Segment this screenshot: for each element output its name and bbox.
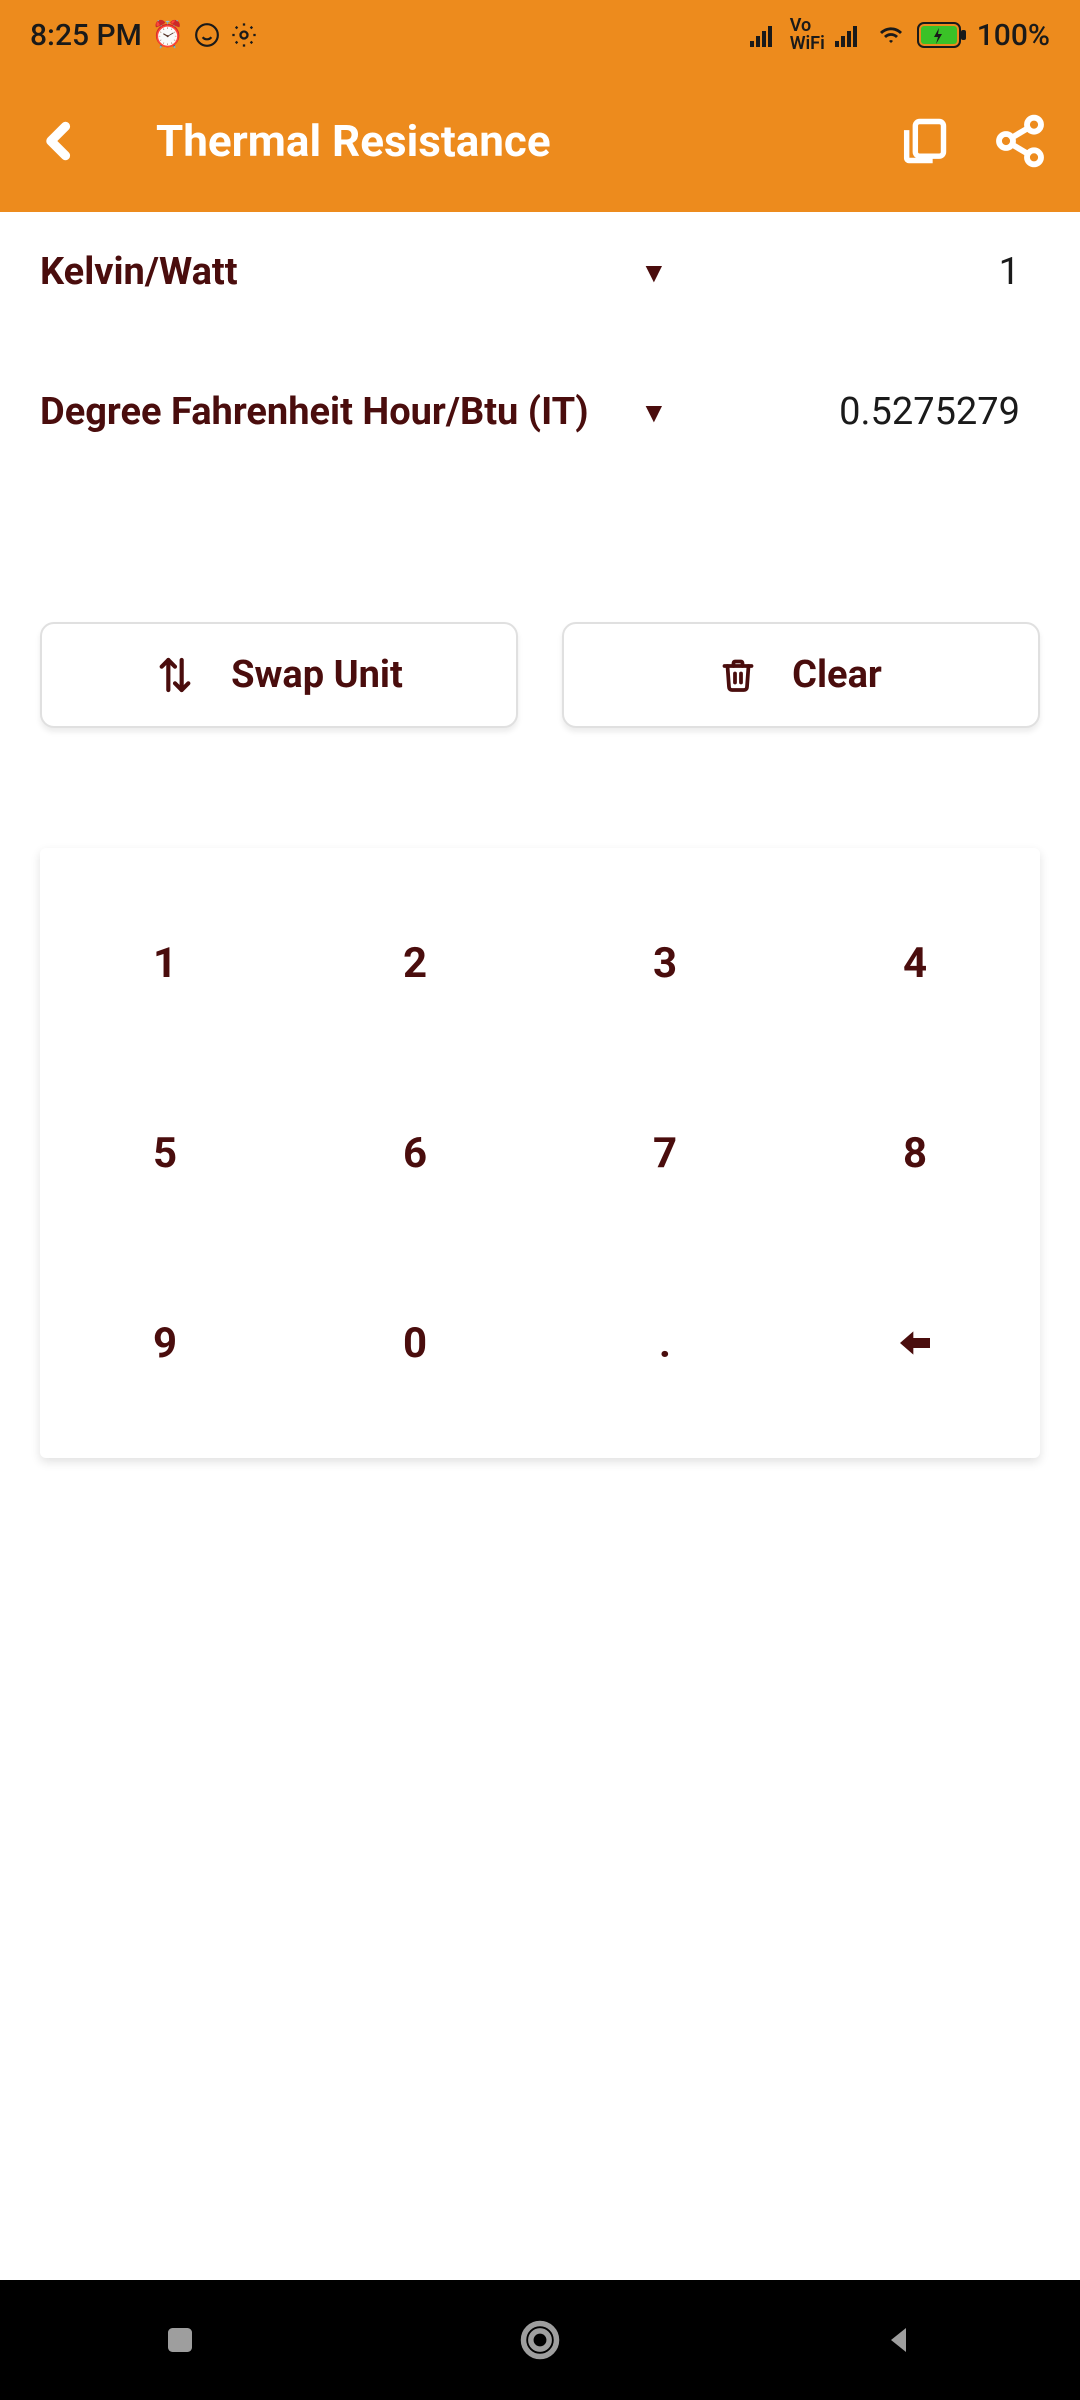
- page-title: Thermal Resistance: [156, 115, 864, 167]
- from-unit-label: Kelvin/Watt: [40, 250, 620, 294]
- key-7[interactable]: 7: [540, 1058, 790, 1248]
- to-value: 0.5275279: [668, 390, 1040, 434]
- chevron-down-icon: ▼: [640, 256, 668, 289]
- back-button[interactable]: [24, 105, 96, 177]
- key-0[interactable]: 0: [290, 1248, 540, 1438]
- key-3[interactable]: 3: [540, 868, 790, 1058]
- numeric-keypad: 1 2 3 4 5 6 7 8 9 0 .: [40, 848, 1040, 1458]
- settings-sync-icon: [230, 21, 258, 49]
- status-bar: 8:25 PM ⏰ VoWiFi 100%: [0, 0, 1080, 70]
- to-unit-label: Degree Fahrenheit Hour/Btu (IT): [40, 390, 620, 434]
- key-1[interactable]: 1: [40, 868, 290, 1058]
- key-4[interactable]: 4: [790, 868, 1040, 1058]
- key-5[interactable]: 5: [40, 1058, 290, 1248]
- alarm-icon: ⏰: [152, 20, 184, 50]
- nav-recent[interactable]: [150, 2310, 210, 2370]
- wifi-icon: [875, 23, 907, 47]
- from-unit-selector[interactable]: Kelvin/Watt ▼: [40, 250, 668, 294]
- key-backspace[interactable]: [790, 1248, 1040, 1438]
- vowifi-icon: VoWiFi: [790, 17, 825, 53]
- action-buttons: Swap Unit Clear: [40, 622, 1040, 728]
- swap-unit-button[interactable]: Swap Unit: [40, 622, 518, 728]
- chevron-down-icon: ▼: [640, 396, 668, 429]
- clear-label: Clear: [792, 653, 882, 697]
- copy-button[interactable]: [888, 105, 960, 177]
- key-9[interactable]: 9: [40, 1248, 290, 1438]
- nav-home[interactable]: [510, 2310, 570, 2370]
- to-unit-selector[interactable]: Degree Fahrenheit Hour/Btu (IT) ▼: [40, 390, 668, 434]
- nav-back[interactable]: [870, 2310, 930, 2370]
- share-button[interactable]: [984, 105, 1056, 177]
- system-nav-bar: [0, 2280, 1080, 2400]
- status-left: 8:25 PM ⏰: [30, 18, 258, 53]
- key-2[interactable]: 2: [290, 868, 540, 1058]
- content-area: Kelvin/Watt ▼ 1 Degree Fahrenheit Hour/B…: [0, 212, 1080, 1458]
- status-time: 8:25 PM: [30, 18, 142, 53]
- trash-icon: [720, 654, 756, 696]
- clear-button[interactable]: Clear: [562, 622, 1040, 728]
- from-unit-row: Kelvin/Watt ▼ 1: [40, 212, 1040, 332]
- whatsapp-icon: [194, 22, 220, 48]
- battery-percent: 100%: [977, 18, 1050, 53]
- signal-icon-2: [835, 23, 865, 47]
- to-unit-row: Degree Fahrenheit Hour/Btu (IT) ▼ 0.5275…: [40, 352, 1040, 472]
- key-8[interactable]: 8: [790, 1058, 1040, 1248]
- key-6[interactable]: 6: [290, 1058, 540, 1248]
- backspace-icon: [890, 1323, 940, 1363]
- swap-icon: [155, 653, 195, 697]
- status-right: VoWiFi 100%: [750, 17, 1050, 53]
- from-value[interactable]: 1: [668, 250, 1040, 294]
- signal-icon: [750, 23, 780, 47]
- swap-label: Swap Unit: [231, 653, 403, 697]
- battery-icon: [917, 22, 967, 48]
- app-bar: Thermal Resistance: [0, 70, 1080, 212]
- key-dot[interactable]: .: [540, 1248, 790, 1438]
